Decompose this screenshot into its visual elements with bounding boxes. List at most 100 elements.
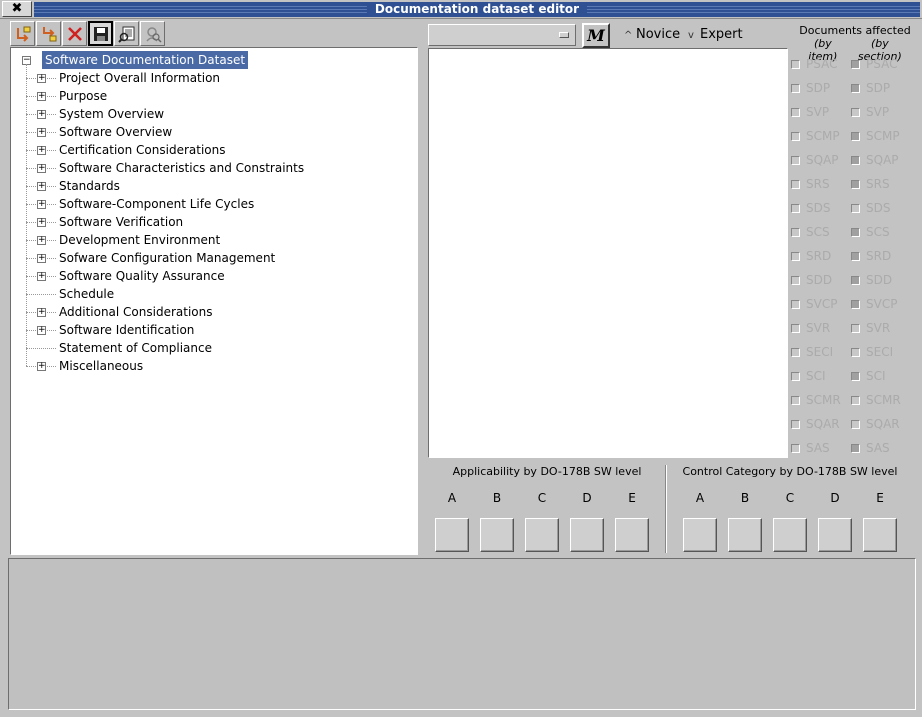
expand-icon[interactable]: + — [37, 200, 46, 209]
expand-icon[interactable]: + — [37, 326, 46, 335]
dataset-tree[interactable]: − Software Documentation Dataset + Projec… — [10, 47, 418, 555]
doc-by-section-checkbox[interactable]: SVP — [851, 104, 906, 120]
expand-icon[interactable]: + — [37, 272, 46, 281]
doc-by-section-checkbox[interactable]: SCMR — [851, 392, 906, 408]
close-button[interactable]: ✖ — [2, 1, 32, 17]
tree-item[interactable]: + System Overview — [11, 105, 411, 123]
doc-by-section-checkbox[interactable]: SQAP — [851, 152, 906, 168]
doc-by-section-checkbox[interactable]: SDP — [851, 80, 906, 96]
tree-item[interactable]: Schedule — [11, 285, 411, 303]
tree-item[interactable]: + Software Identification — [11, 321, 411, 339]
checkbox-icon — [791, 60, 800, 69]
doc-by-item-checkbox[interactable]: SVCP — [791, 296, 841, 312]
expand-icon[interactable]: + — [37, 182, 46, 191]
tree-item[interactable]: + Development Environment — [11, 231, 411, 249]
doc-by-section-checkbox[interactable]: PSAC — [851, 56, 906, 72]
tree-root-label[interactable]: Software Documentation Dataset — [42, 51, 249, 69]
preview-button[interactable] — [114, 21, 139, 46]
doc-by-section-checkbox[interactable]: SDD — [851, 272, 906, 288]
delete-button[interactable] — [62, 21, 87, 46]
doc-by-section-checkbox[interactable]: SDS — [851, 200, 906, 216]
tree-item[interactable]: + Software Characteristics and Constraint… — [11, 159, 411, 177]
doc-by-section-checkbox[interactable]: SVR — [851, 320, 906, 336]
doc-by-section-checkbox[interactable]: SVCP — [851, 296, 906, 312]
expand-icon[interactable]: + — [37, 254, 46, 263]
tree-item[interactable]: Statement of Compliance — [11, 339, 411, 357]
control-level-button[interactable] — [728, 518, 762, 552]
expand-icon[interactable]: + — [37, 362, 46, 371]
applicability-level-button[interactable] — [570, 518, 604, 552]
doc-label: SRS — [866, 177, 890, 191]
tree-item[interactable]: + Certification Considerations — [11, 141, 411, 159]
doc-by-item-checkbox[interactable]: SVR — [791, 320, 841, 336]
tree-item[interactable]: + Standards — [11, 177, 411, 195]
expand-icon[interactable]: + — [37, 218, 46, 227]
doc-by-item-checkbox[interactable]: SRS — [791, 176, 841, 192]
expand-icon[interactable]: + — [37, 308, 46, 317]
tree-item[interactable]: + Sofware Configuration Management — [11, 249, 411, 267]
expand-icon[interactable]: + — [37, 236, 46, 245]
save-button[interactable] — [88, 21, 113, 46]
control-level-button[interactable] — [773, 518, 807, 552]
expand-icon[interactable]: + — [37, 146, 46, 155]
find-button[interactable] — [140, 21, 165, 46]
tree-item[interactable]: + Miscellaneous — [11, 357, 411, 375]
doc-label: SECI — [806, 345, 834, 359]
doc-by-item-checkbox[interactable]: SAS — [791, 440, 841, 456]
control-level-button[interactable] — [863, 518, 897, 552]
applicability-level-button[interactable] — [525, 518, 559, 552]
applicability-level-button[interactable] — [480, 518, 514, 552]
expand-icon[interactable]: + — [37, 128, 46, 137]
doc-by-item-checkbox[interactable]: SVP — [791, 104, 841, 120]
doc-by-item-checkbox[interactable]: PSAC — [791, 56, 841, 72]
doc-by-section-checkbox[interactable]: SCS — [851, 224, 906, 240]
tree-item[interactable]: + Software Verification — [11, 213, 411, 231]
doc-by-section-checkbox[interactable]: SCI — [851, 368, 906, 384]
doc-by-section-checkbox[interactable]: SQAR — [851, 416, 906, 432]
add-child-button[interactable] — [10, 21, 35, 46]
applicability-level-button[interactable] — [435, 518, 469, 552]
doc-by-item-checkbox[interactable]: SQAR — [791, 416, 841, 432]
doc-by-section-checkbox[interactable]: SRS — [851, 176, 906, 192]
doc-label: SQAR — [806, 417, 840, 431]
content-text-area[interactable] — [428, 48, 788, 458]
doc-by-item-checkbox[interactable]: SRD — [791, 248, 841, 264]
tree-item-label: Project Overall Information — [59, 71, 221, 85]
expand-icon[interactable]: + — [37, 164, 46, 173]
doc-by-section-checkbox[interactable]: SECI — [851, 344, 906, 360]
applicability-level-button[interactable] — [615, 518, 649, 552]
doc-by-item-checkbox[interactable]: SDD — [791, 272, 841, 288]
checkbox-icon — [791, 156, 800, 165]
doc-by-section-checkbox[interactable]: SAS — [851, 440, 906, 456]
expand-icon[interactable]: + — [37, 110, 46, 119]
expand-icon[interactable]: + — [37, 74, 46, 83]
tree-item[interactable]: + Software Quality Assurance — [11, 267, 411, 285]
message-panel[interactable] — [8, 558, 916, 710]
add-sibling-button[interactable] — [36, 21, 61, 46]
tree-item[interactable]: + Additional Considerations — [11, 303, 411, 321]
doc-by-item-checkbox[interactable]: SCMR — [791, 392, 841, 408]
tree-item[interactable]: + Project Overall Information — [11, 69, 411, 87]
doc-by-item-checkbox[interactable]: SDS — [791, 200, 841, 216]
doc-label: SDS — [866, 201, 891, 215]
tree-item[interactable]: + Software-Component Life Cycles — [11, 195, 411, 213]
doc-label: SVR — [806, 321, 831, 335]
tree-item[interactable]: + Purpose — [11, 87, 411, 105]
doc-by-item-checkbox[interactable]: SQAP — [791, 152, 841, 168]
control-level-button[interactable] — [818, 518, 852, 552]
expand-icon[interactable]: + — [37, 92, 46, 101]
tree-item[interactable]: + Software Overview — [11, 123, 411, 141]
doc-by-item-checkbox[interactable]: SDP — [791, 80, 841, 96]
doc-by-item-checkbox[interactable]: SCMP — [791, 128, 841, 144]
doc-by-section-checkbox[interactable]: SRD — [851, 248, 906, 264]
doc-by-item-checkbox[interactable]: SCS — [791, 224, 841, 240]
doc-by-section-checkbox[interactable]: SCMP — [851, 128, 906, 144]
doc-by-item-checkbox[interactable]: SCI — [791, 368, 841, 384]
mode-novice[interactable]: ^ Novice — [624, 26, 680, 44]
control-level-button[interactable] — [683, 518, 717, 552]
markup-button[interactable]: M — [582, 23, 610, 48]
doc-by-item-checkbox[interactable]: SECI — [791, 344, 841, 360]
section-combo[interactable] — [428, 24, 576, 46]
mode-expert[interactable]: v Expert — [688, 26, 743, 44]
tree-root[interactable]: − Software Documentation Dataset — [11, 51, 411, 69]
